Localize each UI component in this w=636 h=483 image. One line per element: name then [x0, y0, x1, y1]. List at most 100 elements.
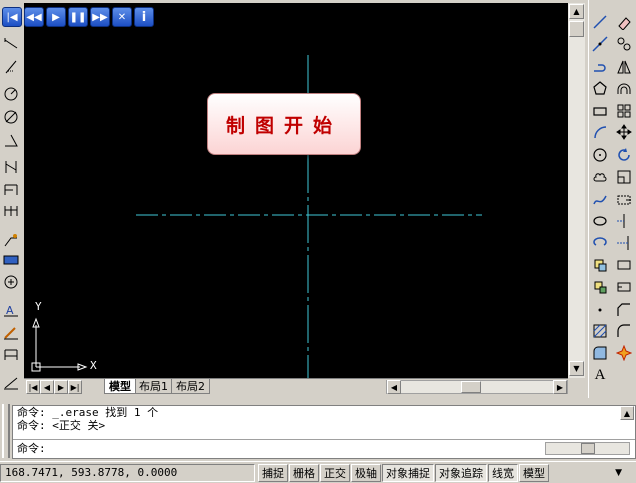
scroll-up-icon[interactable]: ▲	[569, 4, 584, 19]
scroll-left-icon[interactable]: ◀	[387, 380, 401, 394]
ucs-x-label: X	[90, 359, 97, 372]
status-bar: 168.7471, 593.8778, 0.0000 捕捉 栅格 正交 极轴 对…	[0, 461, 636, 483]
dimension-edit-icon[interactable]: A	[1, 300, 21, 320]
prev-tab-icon[interactable]: ◀	[40, 380, 54, 394]
insert-block-icon[interactable]	[590, 255, 610, 275]
scroll-down-icon[interactable]: ▼	[569, 361, 584, 376]
vertical-scroll-thumb[interactable]	[569, 21, 584, 37]
command-history-line-1: 命令: _.erase 找到 1 个	[17, 406, 159, 419]
continue-dimension-icon[interactable]	[1, 201, 21, 221]
play-button[interactable]: ▶	[46, 7, 66, 27]
player-controls: |◀ ◀◀ ▶ ❚❚ ▶▶ ✕ i	[2, 7, 156, 27]
ellipse-icon[interactable]	[590, 211, 610, 231]
object-snap-toggle[interactable]: 对象捕捉	[382, 463, 434, 482]
explode-icon[interactable]	[614, 343, 634, 363]
dimension-toolbar: A	[0, 0, 22, 400]
point-icon[interactable]	[590, 300, 610, 320]
next-tab-icon[interactable]: ▶	[54, 380, 68, 394]
rewind-button[interactable]: ◀◀	[24, 7, 44, 27]
last-tab-icon[interactable]: ▶|	[68, 380, 82, 394]
model-space-toggle[interactable]: 模型	[519, 463, 549, 482]
make-block-icon[interactable]	[590, 277, 610, 297]
rotate-icon[interactable]	[614, 145, 634, 165]
horizontal-scroll-thumb[interactable]	[461, 381, 481, 393]
region-icon[interactable]	[590, 343, 610, 363]
snap-toggle[interactable]: 捕捉	[258, 463, 288, 482]
dimension-text-edit-icon[interactable]	[1, 322, 21, 342]
tab-layout2[interactable]: 布局2	[171, 379, 210, 394]
erase-icon[interactable]	[614, 12, 634, 32]
command-window-grip[interactable]	[2, 404, 10, 458]
ortho-toggle[interactable]: 正交	[320, 463, 350, 482]
grid-toggle[interactable]: 栅格	[289, 463, 319, 482]
pause-button[interactable]: ❚❚	[68, 7, 88, 27]
start-drawing-banner: 制图开始	[207, 93, 361, 155]
tolerance-icon[interactable]	[1, 250, 21, 270]
radius-dimension-icon[interactable]	[1, 84, 21, 104]
dimension-update-icon[interactable]	[1, 345, 21, 365]
line-icon[interactable]	[590, 12, 610, 32]
break-at-point-icon[interactable]	[614, 255, 634, 275]
offset-icon[interactable]	[614, 78, 634, 98]
diameter-dimension-icon[interactable]	[1, 107, 21, 127]
angular-dimension-icon[interactable]	[1, 130, 21, 150]
fast-forward-button[interactable]: ▶▶	[90, 7, 110, 27]
dimension-style-icon[interactable]	[1, 372, 21, 392]
first-tab-icon[interactable]: |◀	[26, 380, 40, 394]
object-track-toggle[interactable]: 对象追踪	[435, 463, 487, 482]
modify-toolbar	[612, 0, 636, 400]
lineweight-toggle[interactable]: 线宽	[488, 463, 518, 482]
chamfer-icon[interactable]	[614, 300, 634, 320]
trim-icon[interactable]	[614, 211, 634, 231]
break-icon[interactable]	[614, 277, 634, 297]
draw-toolbar: A	[588, 0, 612, 400]
tab-navigation: |◀ ◀ ▶ ▶|	[26, 380, 82, 394]
polygon-icon[interactable]	[590, 78, 610, 98]
vertical-scrollbar[interactable]: ▲ ▼	[568, 3, 585, 378]
coordinate-display: 168.7471, 593.8778, 0.0000	[0, 463, 255, 482]
array-icon[interactable]	[614, 101, 634, 121]
revision-cloud-icon[interactable]	[590, 167, 610, 187]
close-button[interactable]: ✕	[112, 7, 132, 27]
command-input[interactable]	[45, 441, 565, 456]
quick-dimension-icon[interactable]	[1, 157, 21, 177]
command-window: 命令: _.erase 找到 1 个 命令: <正交 关> 命令: ▲	[12, 405, 636, 459]
copy-icon[interactable]	[614, 34, 634, 54]
command-scroll-up-icon[interactable]: ▲	[620, 406, 634, 420]
polar-toggle[interactable]: 极轴	[351, 463, 381, 482]
skip-to-start-button[interactable]: |◀	[2, 7, 22, 27]
tab-layout1[interactable]: 布局1	[134, 379, 173, 394]
stretch-icon[interactable]	[614, 190, 634, 210]
horizontal-scrollbar[interactable]: ◀ ▶	[386, 380, 568, 394]
scale-icon[interactable]	[614, 167, 634, 187]
extend-icon[interactable]	[614, 233, 634, 253]
command-history-line-2: 命令: <正交 关>	[17, 419, 106, 432]
command-hscroll-thumb[interactable]	[581, 443, 595, 454]
svg-text:A: A	[6, 304, 14, 317]
tab-model[interactable]: 模型	[104, 379, 136, 394]
circle-icon[interactable]	[590, 145, 610, 165]
command-prompt: 命令:	[17, 442, 46, 455]
command-hscrollbar[interactable]	[545, 442, 630, 455]
leader-icon[interactable]	[1, 230, 21, 250]
aligned-dimension-icon[interactable]	[1, 57, 21, 77]
hatch-icon[interactable]	[590, 321, 610, 341]
status-menu-icon[interactable]: ▼	[615, 468, 622, 478]
baseline-dimension-icon[interactable]	[1, 180, 21, 200]
move-icon[interactable]	[614, 122, 634, 142]
polyline-icon[interactable]	[590, 57, 610, 77]
rectangle-icon[interactable]	[590, 101, 610, 121]
drawing-canvas[interactable]: Y X	[24, 3, 568, 378]
construction-line-icon[interactable]	[590, 34, 610, 54]
multiline-text-icon[interactable]: A	[590, 365, 610, 385]
scroll-right-icon[interactable]: ▶	[553, 380, 567, 394]
spline-icon[interactable]	[590, 190, 610, 210]
linear-dimension-icon[interactable]	[1, 34, 21, 54]
fillet-icon[interactable]	[614, 321, 634, 341]
centerlines	[136, 55, 482, 378]
center-mark-icon[interactable]	[1, 272, 21, 292]
mirror-icon[interactable]	[614, 57, 634, 77]
arc-icon[interactable]	[590, 122, 610, 142]
info-button[interactable]: i	[134, 7, 154, 27]
ellipse-arc-icon[interactable]	[590, 233, 610, 253]
